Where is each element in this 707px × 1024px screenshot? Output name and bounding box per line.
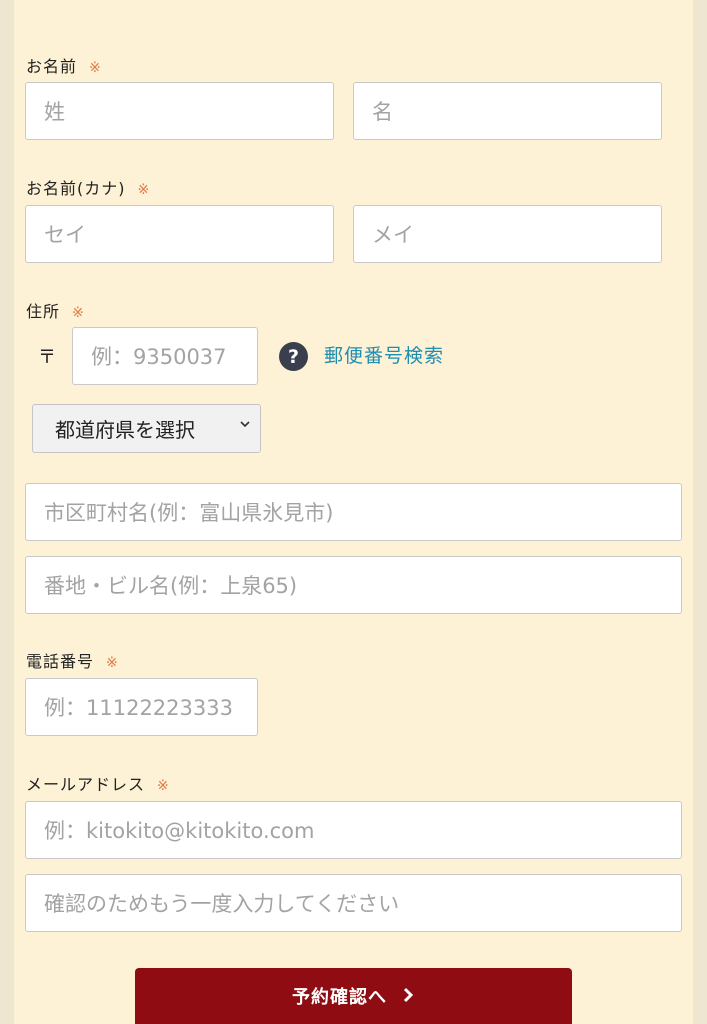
- required-mark: ※: [157, 778, 170, 794]
- page-border-left: [0, 0, 14, 1024]
- prefecture-select[interactable]: 都道府県を選択: [32, 404, 261, 453]
- address-label: 住所 ※: [26, 302, 85, 321]
- postal-mark: 〒: [38, 347, 56, 368]
- street-input[interactable]: 番地・ビル名(例：上泉65): [25, 556, 682, 614]
- required-mark: ※: [72, 305, 85, 321]
- postal-code-input[interactable]: 例：9350037: [72, 327, 258, 385]
- name-label: お名前 ※: [26, 57, 102, 76]
- last-name-kana-input[interactable]: セイ: [25, 205, 334, 263]
- first-name-input[interactable]: 名: [353, 82, 662, 140]
- reservation-confirm-button[interactable]: 予約確認へ: [135, 968, 572, 1024]
- first-name-kana-input[interactable]: メイ: [353, 205, 662, 263]
- chevron-down-icon: [238, 416, 252, 435]
- help-icon[interactable]: ?: [279, 342, 308, 371]
- last-name-input[interactable]: 姓: [25, 82, 334, 140]
- city-input[interactable]: 市区町村名(例：富山県氷見市): [25, 483, 682, 541]
- phone-input[interactable]: 例：11122223333: [25, 678, 258, 736]
- email-label: メールアドレス ※: [26, 775, 170, 794]
- required-mark: ※: [137, 182, 151, 198]
- required-mark: ※: [106, 655, 119, 671]
- kana-label: お名前(カナ) ※: [26, 179, 151, 198]
- phone-label: 電話番号 ※: [26, 652, 119, 671]
- chevron-right-icon: [401, 984, 415, 1008]
- required-mark: ※: [89, 60, 102, 76]
- postal-code-search-link[interactable]: 郵便番号検索: [324, 341, 444, 368]
- email-input[interactable]: 例：kitokito@kitokito.com: [25, 801, 682, 859]
- page-border-right: [693, 0, 707, 1024]
- email-confirm-input[interactable]: 確認のためもう一度入力してください: [25, 874, 682, 932]
